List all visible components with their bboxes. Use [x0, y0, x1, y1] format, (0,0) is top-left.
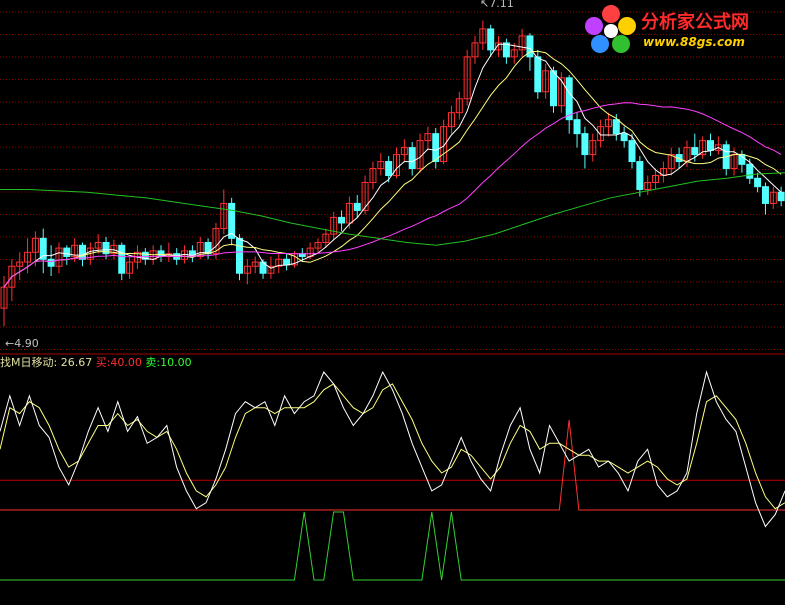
price-low-label: ←4.90: [5, 337, 39, 350]
flower-logo-icon: [585, 5, 636, 53]
site-logo: 分析家公式网 www.88gs.com: [583, 4, 783, 54]
indicator-panel[interactable]: [0, 0, 785, 605]
sell-signal-line: [0, 511, 785, 581]
buy-value: 40.00: [110, 356, 142, 369]
chart-window: ↖7.11 ←4.90 找M日移动: 26.67 买:40.00 卖:10.00…: [0, 0, 785, 605]
logo-title: 分析家公式网: [641, 12, 749, 33]
sell-value: 10.00: [160, 356, 192, 369]
buy-label: 买:: [95, 356, 111, 369]
indicator-main-line: [0, 370, 785, 528]
indicator-value: 26.67: [60, 356, 93, 369]
indicator-legend: 找M日移动: 26.67 买:40.00 卖:10.00: [0, 357, 192, 369]
sell-label: 卖:: [145, 356, 161, 369]
price-high-label: ↖7.11: [480, 0, 514, 10]
indicator-name: 找M日移动:: [0, 356, 58, 369]
logo-url: www.88gs.com: [643, 35, 745, 49]
